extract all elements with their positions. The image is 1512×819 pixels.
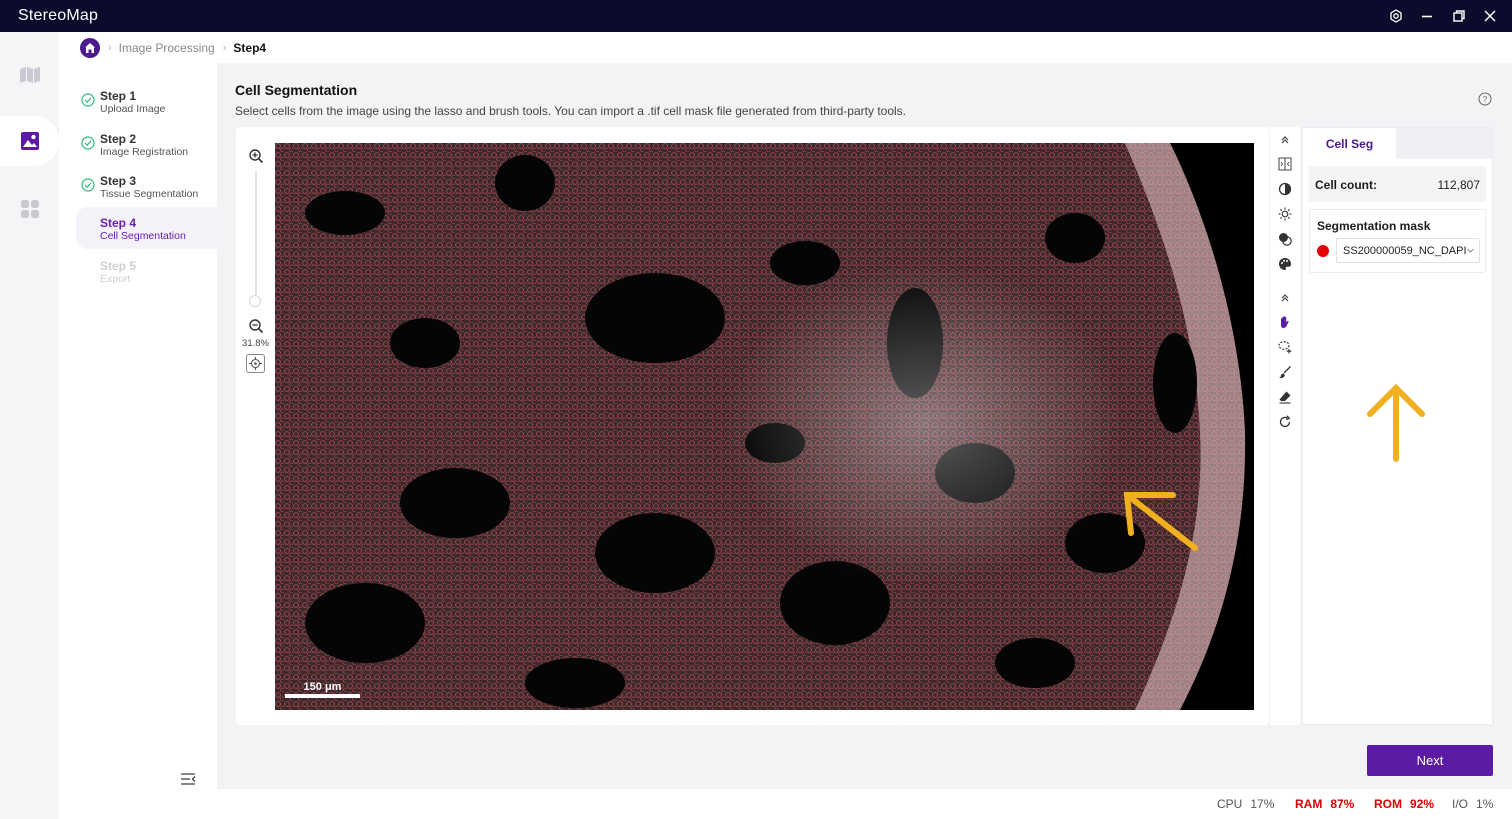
steps-sidebar: Step 1 Upload Image Step 2 Image Registr… <box>59 63 217 789</box>
layers-icon[interactable] <box>1277 231 1293 247</box>
step-item-5: Step 5 Export <box>76 250 217 292</box>
lasso-add-icon[interactable] <box>1277 339 1293 355</box>
split-view-icon[interactable] <box>1277 156 1293 172</box>
tool-strip <box>1270 127 1300 725</box>
panel-tabs: Cell Seg <box>1303 128 1492 159</box>
status-bar: CPU 17% RAM 87% ROM 92% I/O 1% <box>59 789 1512 819</box>
step-title: Step 1 <box>100 89 137 103</box>
chevron-right-icon: › <box>108 41 112 54</box>
contrast-icon[interactable] <box>1277 181 1293 197</box>
step-title: Step 3 <box>100 174 137 188</box>
map-icon[interactable] <box>0 50 59 100</box>
image-processing-icon[interactable] <box>0 116 59 166</box>
brightness-icon[interactable] <box>1277 206 1293 222</box>
step-subtitle: Export <box>100 273 131 285</box>
rom-stat: ROM 92% <box>1374 797 1434 811</box>
cell-seg-panel: Cell Seg Cell count: 112,807 Segmentatio… <box>1302 127 1493 725</box>
mask-color-swatch[interactable] <box>1317 245 1329 257</box>
collapse-sidebar-icon[interactable] <box>180 772 196 786</box>
close-icon[interactable] <box>1482 8 1498 24</box>
check-circle-icon <box>81 93 95 107</box>
hand-pan-icon[interactable] <box>1277 314 1293 330</box>
zoom-controls: 31.8% <box>236 127 275 725</box>
brush-icon[interactable] <box>1277 364 1293 380</box>
scale-bar-line <box>285 694 360 698</box>
image-viewer: 31.8% 150 μm <box>236 127 1269 725</box>
help-icon[interactable]: ? <box>1478 92 1492 106</box>
ram-label: RAM <box>1295 797 1323 811</box>
next-button[interactable]: Next <box>1367 745 1493 776</box>
step-subtitle: Image Registration <box>100 146 189 158</box>
page-title: Cell Segmentation <box>235 82 358 98</box>
svg-text:?: ? <box>1483 95 1488 104</box>
step-item-4[interactable]: Step 4 Cell Segmentation <box>76 207 217 249</box>
tissue-image-canvas[interactable]: 150 μm <box>275 143 1254 710</box>
left-rail <box>0 32 59 819</box>
chevron-right-icon: › <box>222 41 227 54</box>
step-title: Step 2 <box>100 132 137 146</box>
step-item-3[interactable]: Step 3 Tissue Segmentation <box>76 165 217 207</box>
segmentation-mask-box: Segmentation mask SS200000059_NC_DAPI <box>1309 209 1486 273</box>
scale-bar: 150 μm <box>285 681 360 698</box>
scale-bar-label: 150 μm <box>303 681 342 693</box>
cpu-stat: CPU 17% <box>1217 797 1274 811</box>
step-item-1[interactable]: Step 1 Upload Image <box>76 80 217 122</box>
page-description: Select cells from the image using the la… <box>235 104 906 118</box>
step-subtitle: Upload Image <box>100 103 166 115</box>
tissue-image <box>275 143 1246 710</box>
chevron-down-icon <box>1466 246 1475 255</box>
settings-icon[interactable] <box>1388 8 1404 24</box>
redo-icon[interactable] <box>1277 414 1293 430</box>
fit-to-view-button[interactable] <box>246 354 265 373</box>
cell-count-row: Cell count: 112,807 <box>1309 166 1486 202</box>
mask-select-value: SS200000059_NC_DAPI <box>1343 245 1467 257</box>
palette-icon[interactable] <box>1277 256 1293 272</box>
step-title: Step 4 <box>100 216 137 230</box>
io-label: I/O <box>1452 797 1469 811</box>
ram-value: 87% <box>1330 797 1355 811</box>
mask-select[interactable]: SS200000059_NC_DAPI <box>1336 238 1480 263</box>
io-stat: I/O 1% <box>1452 797 1493 811</box>
segmentation-mask-label: Segmentation mask <box>1317 219 1431 233</box>
tab-cell-seg[interactable]: Cell Seg <box>1303 128 1396 159</box>
minimize-icon[interactable] <box>1419 8 1435 24</box>
annotation-arrow-up <box>1367 383 1425 462</box>
ram-stat: RAM 87% <box>1295 797 1354 811</box>
step-subtitle: Cell Segmentation <box>100 230 186 242</box>
zoom-in-icon[interactable] <box>248 148 264 164</box>
crosshair-icon <box>249 357 262 370</box>
rom-label: ROM <box>1374 797 1402 811</box>
title-bar: StereoMap <box>0 0 1512 32</box>
app-title: StereoMap <box>18 7 99 24</box>
collapse-up-icon[interactable] <box>1277 132 1293 148</box>
zoom-level: 31.8% <box>242 338 269 349</box>
zoom-slider-handle[interactable] <box>249 295 261 307</box>
io-value: 1% <box>1476 797 1494 811</box>
cell-count-value: 112,807 <box>1437 178 1481 192</box>
restore-icon[interactable] <box>1451 8 1467 24</box>
step-title: Step 5 <box>100 259 137 273</box>
breadcrumb-item-current: Step4 <box>233 40 267 55</box>
main-content: Cell Segmentation Select cells from the … <box>217 63 1512 789</box>
rom-value: 92% <box>1410 797 1435 811</box>
home-icon[interactable] <box>80 37 100 58</box>
zoom-slider-track[interactable] <box>255 171 257 301</box>
breadcrumb-item-image-processing[interactable]: Image Processing <box>119 41 215 55</box>
breadcrumb: › Image Processing › Step4 <box>59 32 1512 63</box>
collapse-up-icon[interactable] <box>1277 290 1293 306</box>
check-circle-icon <box>81 136 95 150</box>
zoom-out-icon[interactable] <box>248 318 264 334</box>
cell-count-label: Cell count: <box>1315 178 1377 192</box>
cpu-label: CPU <box>1217 797 1243 811</box>
eraser-icon[interactable] <box>1277 389 1293 405</box>
step-item-2[interactable]: Step 2 Image Registration <box>76 123 217 165</box>
apps-icon[interactable] <box>0 184 59 234</box>
check-circle-icon <box>81 178 95 192</box>
cpu-value: 17% <box>1250 797 1275 811</box>
step-subtitle: Tissue Segmentation <box>100 188 199 200</box>
